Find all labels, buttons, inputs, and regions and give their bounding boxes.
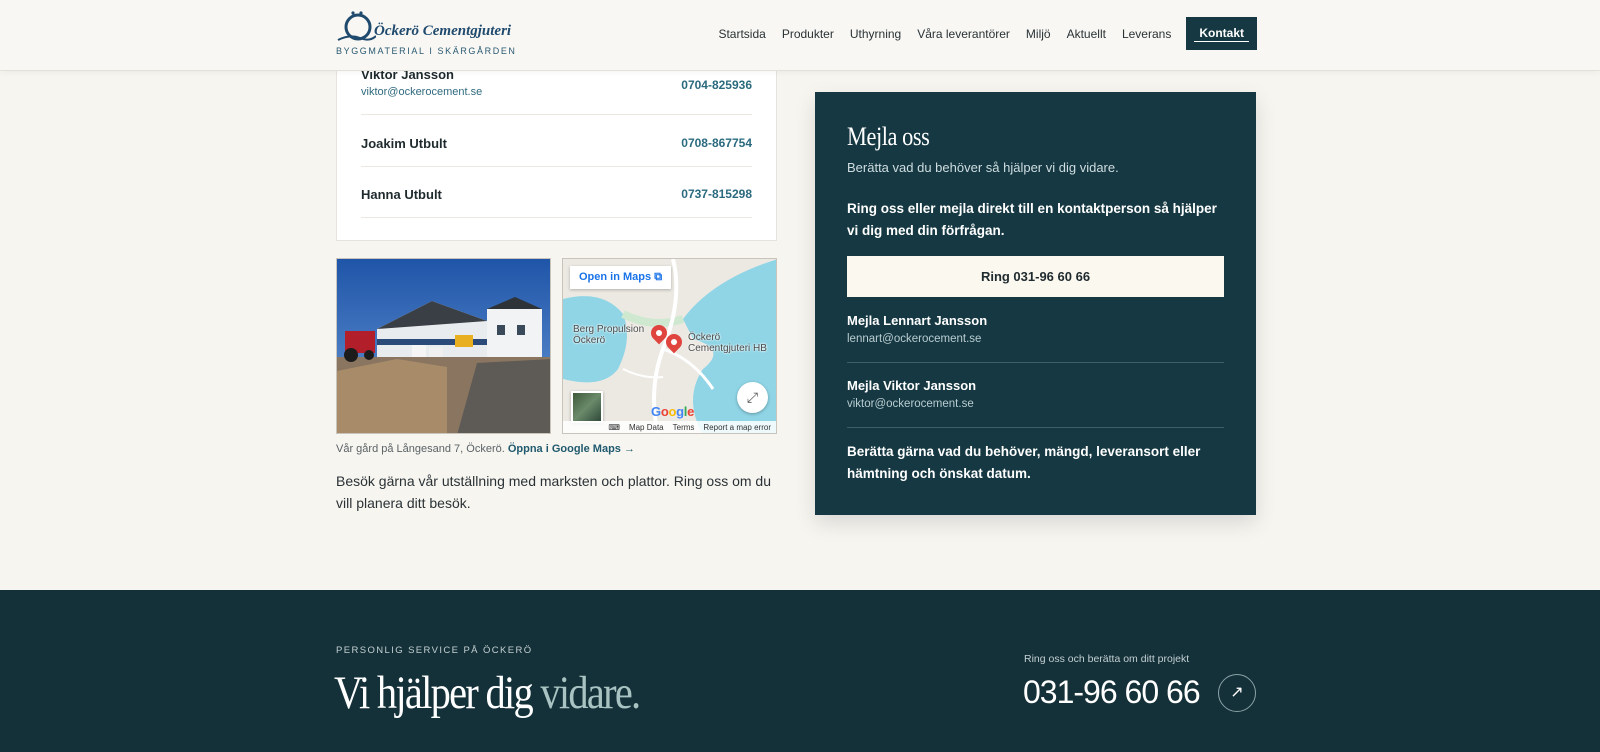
mail-row-title: Mejla Viktor Jansson: [847, 378, 977, 393]
satellite-toggle-button[interactable]: [571, 391, 603, 423]
footer-call-hint: Ring oss och berätta om ditt projekt: [1024, 653, 1190, 665]
panel-lead: Berätta vad du behöver så hjälper vi dig…: [847, 160, 1119, 175]
panel-body: Ring oss eller mejla direkt till en kont…: [847, 201, 1217, 238]
contact-row: Joakim Utbult 0708-867754: [361, 115, 752, 167]
contact-list-card: Viktor Jansson viktor@ockerocement.se 07…: [336, 60, 777, 241]
arrow-up-right-icon[interactable]: ↗: [1218, 674, 1256, 712]
mail-row-lennart[interactable]: Mejla Lennart Jansson lennart@ockeroceme…: [847, 313, 1224, 363]
main-nav: Startsida Produkter Uthyrning Våra lever…: [702, 17, 1257, 50]
farm-photo-image: [337, 259, 550, 433]
map-caption: Vår gård på Långesand 7, Öckerö. Öppna i…: [336, 443, 635, 455]
footer-title-main: Vi hjälper dig: [334, 667, 534, 719]
visit-text: Besök gärna vår utställning med marksten…: [336, 473, 771, 511]
caption-text: Vår gård på Långesand 7, Öckerö.: [336, 443, 505, 455]
nav-miljo[interactable]: Miljö: [1026, 27, 1051, 41]
embedded-map[interactable]: Open in Maps ⧉ Berg Propulsion Öckerö Öc…: [562, 258, 777, 434]
contact-phone-link[interactable]: 0704-825936: [681, 78, 752, 92]
site-footer: PERSONLIG SERVICE PÅ ÖCKERÖ Vi hjälper d…: [0, 590, 1600, 752]
footer-phone-link[interactable]: 031-96 60 66: [1023, 674, 1201, 711]
contact-email-link[interactable]: viktor@ockerocement.se: [361, 86, 482, 98]
nav-leverantorer[interactable]: Våra leverantörer: [917, 27, 1010, 41]
map-terms-link[interactable]: Terms: [673, 423, 695, 432]
mail-row-email: lennart@ockerocement.se: [847, 333, 982, 345]
contact-phone-link[interactable]: 0737-815298: [681, 187, 752, 201]
keyboard-shortcuts-icon[interactable]: ⌨: [608, 423, 620, 432]
logo-mark-icon: [337, 11, 376, 41]
nav-kontakt-button[interactable]: Kontakt: [1186, 17, 1257, 50]
footer-eyebrow: PERSONLIG SERVICE PÅ ÖCKERÖ: [336, 645, 533, 656]
footer-title: Vi hjälper dig vidare.: [334, 666, 641, 720]
mail-row-title: Mejla Lennart Jansson: [847, 313, 988, 328]
fullscreen-icon[interactable]: ⤢: [737, 382, 768, 413]
mail-row-viktor[interactable]: Mejla Viktor Jansson viktor@ockerocement…: [847, 378, 1224, 428]
panel-note: Berätta gärna vad du behöver, mängd, lev…: [847, 444, 1201, 481]
map-label-ockero-cement: Öckerö Cementgjuteri HB: [688, 332, 767, 354]
open-google-maps-link[interactable]: Öppna i Google Maps →: [508, 443, 635, 455]
open-in-maps-label: Open in Maps: [579, 271, 652, 283]
nav-startsida[interactable]: Startsida: [718, 27, 765, 41]
logo-tagline: BYGGMATERIAL I SKÄRGÅRDEN: [336, 46, 517, 56]
ring-button[interactable]: Ring 031-96 60 66: [847, 256, 1224, 297]
logo[interactable]: Öckerö Cementgjuteri BYGGMATERIAL I SKÄR…: [336, 10, 515, 60]
external-link-icon: ⧉: [654, 271, 663, 283]
contact-name: Hanna Utbult: [361, 187, 442, 202]
contact-name: Joakim Utbult: [361, 136, 447, 151]
nav-produkter[interactable]: Produkter: [782, 27, 834, 41]
mail-row-email: viktor@ockerocement.se: [847, 398, 974, 410]
map-footer: ⌨ Map Data Terms Report a map error: [563, 421, 776, 433]
open-in-maps-button[interactable]: Open in Maps ⧉: [570, 266, 672, 289]
footer-title-light: vidare.: [540, 667, 641, 719]
site-header: Öckerö Cementgjuteri BYGGMATERIAL I SKÄR…: [0, 0, 1600, 71]
panel-title: Mejla oss: [847, 122, 930, 151]
contact-phone-link[interactable]: 0708-867754: [681, 136, 752, 150]
map-label-berg: Berg Propulsion Öckerö: [573, 324, 645, 346]
nav-leverans[interactable]: Leverans: [1122, 27, 1171, 41]
nav-uthyrning[interactable]: Uthyrning: [850, 27, 901, 41]
logo-name: Öckerö Cementgjuteri: [374, 23, 512, 39]
map-report-link[interactable]: Report a map error: [703, 423, 771, 432]
nav-aktuellt[interactable]: Aktuellt: [1067, 27, 1106, 41]
farm-photo: [336, 258, 551, 434]
map-data-link[interactable]: Map Data: [629, 423, 664, 432]
contact-row: Hanna Utbult 0737-815298: [361, 167, 752, 218]
google-logo: Google: [651, 404, 695, 419]
email-panel: Mejla oss Berätta vad du behöver så hjäl…: [815, 92, 1256, 515]
